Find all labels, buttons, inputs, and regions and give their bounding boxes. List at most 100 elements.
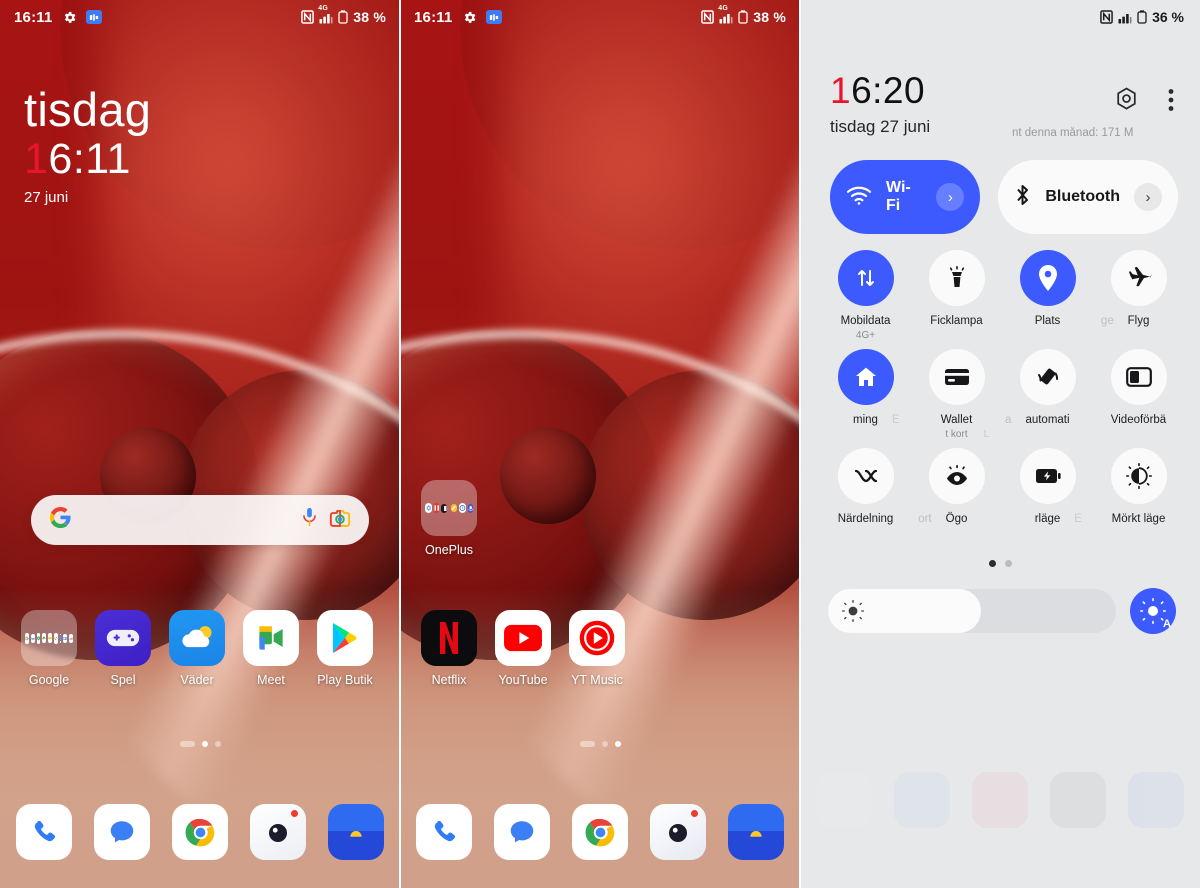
- mini-icon-settings: [425, 503, 432, 513]
- app-slot-empty: [634, 610, 708, 687]
- flashlight-icon: [928, 250, 985, 306]
- panel-divider: [399, 0, 401, 888]
- tile-label: Wi-Fi: [886, 179, 911, 214]
- dock: [400, 804, 800, 860]
- page-indicator[interactable]: [400, 741, 800, 747]
- page-indicator-dot[interactable]: [601, 741, 608, 747]
- app-badge-icon: [485, 10, 502, 24]
- mini-icon-notes2: [451, 504, 457, 512]
- microphone-icon[interactable]: [300, 507, 319, 533]
- tile-wallet[interactable]: Wallet t kort L: [911, 349, 1002, 440]
- page-indicator-dot-active[interactable]: [614, 741, 621, 747]
- app-item-vader[interactable]: Väder: [160, 610, 234, 687]
- tile-row: Närdelning ort Ögo rläge E Mörkt läge: [820, 448, 1184, 525]
- tile-label: Wallet: [940, 414, 973, 426]
- qs-clock-rest: 6:20: [851, 70, 926, 111]
- nfc-icon: [301, 10, 315, 24]
- mini-icon-keep: [47, 633, 52, 643]
- page-indicator[interactable]: [0, 741, 400, 747]
- tile-home-control[interactable]: ming E: [820, 349, 911, 440]
- auto-brightness-label: A: [1163, 618, 1171, 630]
- app-label: YT Music: [571, 673, 623, 687]
- settings-gear-icon[interactable]: [1113, 86, 1140, 118]
- network-type-label: 4G: [318, 4, 329, 12]
- lens-camera-icon[interactable]: [329, 508, 351, 533]
- tile-label: rläge E: [1035, 513, 1082, 525]
- app-label: YouTube: [498, 673, 548, 687]
- tile-label: Videoförbä: [1110, 414, 1167, 426]
- tile-label: Plats: [1034, 315, 1061, 327]
- tile-airplane-mode[interactable]: ge Flyg: [1093, 250, 1184, 341]
- tile-label-text: Flyg: [1127, 315, 1150, 327]
- qs-clock-accent: 1: [830, 70, 852, 111]
- chrome-icon[interactable]: [172, 804, 228, 860]
- app-item-spel[interactable]: Spel: [86, 610, 160, 687]
- tile-battery-saver[interactable]: rläge E: [1002, 448, 1093, 525]
- page-indicator-dot[interactable]: [214, 741, 221, 747]
- chevron-right-icon[interactable]: ›: [936, 183, 965, 211]
- messages-icon[interactable]: [94, 804, 150, 860]
- clock-widget[interactable]: tisdag 16:11 27 juni: [24, 86, 151, 206]
- tile-label-ghost: ge: [1100, 315, 1114, 327]
- battery-icon: [1137, 10, 1147, 24]
- app-item-oneplus-folder[interactable]: OnePlus: [412, 480, 486, 557]
- tile-label-ghost: E: [891, 414, 900, 426]
- tile-label-ghost: E: [1074, 513, 1082, 525]
- tile-label-text: automati: [1025, 414, 1070, 426]
- app-item-yt-music[interactable]: YT Music: [560, 610, 634, 687]
- gallery-icon[interactable]: [328, 804, 384, 860]
- app-item-netflix[interactable]: Netflix: [412, 610, 486, 687]
- page-indicator-pill[interactable]: [579, 741, 595, 747]
- tile-dark-mode[interactable]: Mörkt läge: [1093, 448, 1184, 525]
- camera-icon[interactable]: [650, 804, 706, 860]
- app-item-play-butik[interactable]: Play Butik: [308, 610, 382, 687]
- app-label: Spel: [110, 673, 136, 687]
- tile-sublabel-text: t kort: [945, 429, 968, 440]
- tile-video-enhance[interactable]: Videoförbä: [1093, 349, 1184, 440]
- overflow-menu-icon[interactable]: [1168, 88, 1174, 117]
- page-indicator-pill[interactable]: [179, 741, 195, 747]
- panel-divider: [799, 0, 801, 888]
- clock-dayname: tisdag: [24, 83, 152, 136]
- chrome-icon[interactable]: [572, 804, 628, 860]
- phone-icon[interactable]: [16, 804, 72, 860]
- battery-percent: 36 %: [1152, 9, 1184, 25]
- app-label: OnePlus: [425, 543, 473, 557]
- brightness-slider[interactable]: [828, 589, 1116, 633]
- tile-auto-rotate[interactable]: a automati: [1002, 349, 1093, 440]
- gallery-icon[interactable]: [728, 804, 784, 860]
- app-grid-page-1: 1 Google Spel Väder: [0, 610, 400, 687]
- tile-wifi[interactable]: Wi-Fi ›: [830, 160, 981, 234]
- camera-icon[interactable]: [250, 804, 306, 860]
- chevron-right-icon[interactable]: ›: [1134, 183, 1162, 211]
- tile-sublabel: t kort L: [945, 429, 989, 440]
- auto-brightness-button[interactable]: A: [1130, 588, 1176, 634]
- tile-flashlight[interactable]: Ficklampa: [911, 250, 1002, 341]
- tile-label: ming E: [853, 414, 900, 426]
- pager-dot[interactable]: [1004, 560, 1012, 567]
- tile-bluetooth[interactable]: Bluetooth ›: [998, 160, 1178, 234]
- pager-dot-active[interactable]: [988, 560, 996, 567]
- quick-settings-pager[interactable]: [800, 560, 1200, 567]
- tile-label: a automati: [1005, 414, 1070, 426]
- app-item-meet[interactable]: Meet: [234, 610, 308, 687]
- tile-nearby-share[interactable]: Närdelning: [820, 448, 911, 525]
- app-item-youtube[interactable]: YouTube: [486, 610, 560, 687]
- phone-icon[interactable]: [416, 804, 472, 860]
- meet-camera-icon: [243, 610, 299, 666]
- tile-location[interactable]: Plats: [1002, 250, 1093, 341]
- tile-mobile-data[interactable]: Mobildata 4G+: [820, 250, 911, 341]
- mini-icon-clock: [458, 503, 466, 513]
- status-bar: 16:11 4G 38 %: [400, 0, 800, 34]
- page-indicator-dot-active[interactable]: [201, 741, 208, 747]
- app-label: Netflix: [431, 673, 467, 687]
- gear-icon: [462, 10, 477, 25]
- wifi-icon: [846, 185, 872, 210]
- app-item-google-folder[interactable]: 1 Google: [12, 610, 86, 687]
- phone-panel-quick-settings: 36 % 16:20 tisdag 27 juni nt denna månad…: [800, 0, 1200, 888]
- weather-cloud-sun-icon: [169, 610, 225, 666]
- messages-icon[interactable]: [494, 804, 550, 860]
- google-search-bar[interactable]: [31, 495, 369, 545]
- tile-label: ort Ögo: [918, 513, 967, 525]
- tile-eye-comfort[interactable]: ort Ögo: [911, 448, 1002, 525]
